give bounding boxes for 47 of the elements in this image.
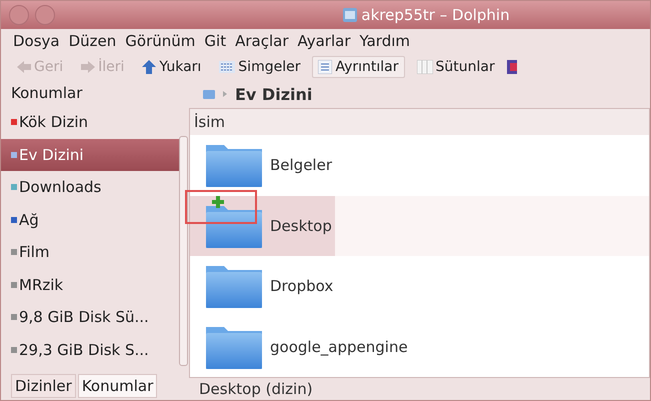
file-row[interactable]: Dropbox (190, 256, 649, 316)
menu-item[interactable]: Dosya (13, 32, 60, 50)
home-folder-icon (203, 90, 215, 98)
sidebar-item[interactable]: MRzik (1, 268, 179, 301)
file-name: Dropbox (270, 277, 334, 296)
breadcrumb[interactable]: Ev Dizini (235, 84, 312, 104)
arrow-up-icon (142, 60, 156, 74)
sidebar-item[interactable]: Ağ (1, 204, 179, 236)
sidebar-item[interactable]: 9,8 GiB Disk Sü... (1, 301, 179, 334)
sidebar-item[interactable]: Kök Dizin (1, 106, 179, 138)
file-name: google_appengine (270, 338, 408, 356)
menu-item[interactable]: Git (204, 32, 226, 50)
sidebar-item[interactable]: Downloads (1, 171, 179, 204)
file-row[interactable]: Belgeler (190, 135, 649, 196)
columns-icon (416, 60, 433, 74)
toolbar-button[interactable]: Simgeler (213, 56, 306, 78)
file-name: Belgeler (270, 156, 332, 174)
menu-item[interactable]: Yardım (360, 32, 410, 50)
arrow-right-icon (81, 60, 96, 72)
app-icon[interactable] (506, 60, 517, 74)
toolbar-button[interactable]: Ayrıntılar (312, 56, 405, 78)
sidebar-item[interactable]: Ev Dizini (1, 138, 179, 171)
app-icon (343, 8, 358, 22)
status-text: Desktop (dizin) (198, 379, 314, 400)
file-row[interactable]: Desktop (190, 196, 649, 256)
column-header[interactable]: İsim (190, 109, 649, 135)
file-name: Desktop (270, 216, 332, 235)
list-icon (318, 60, 332, 74)
panel-tab[interactable]: Dizinler (11, 374, 76, 398)
scrollbar[interactable] (179, 136, 188, 366)
arrow-left-icon (17, 60, 31, 72)
grid-icon (219, 60, 236, 72)
menu-item[interactable]: Görünüm (125, 32, 196, 50)
toolbar-button[interactable]: Yukarı (136, 56, 208, 78)
column-title: İsim (194, 113, 226, 131)
file-row[interactable]: google_appengine (190, 316, 649, 377)
panel-title: Konumlar (11, 84, 82, 102)
sidebar-item[interactable]: 29,3 GiB Disk S... (1, 334, 179, 366)
window-title: akrep55tr – Dolphin (361, 6, 510, 24)
toolbar-button[interactable]: Sütunlar (410, 56, 501, 78)
menu-item[interactable]: Düzen (68, 32, 116, 50)
sidebar-item[interactable]: Film (1, 236, 179, 268)
menu-item[interactable]: Araçlar (235, 32, 288, 50)
plus-icon (212, 196, 224, 208)
panel-tab[interactable]: Konumlar (78, 374, 158, 398)
menu-item[interactable]: Ayarlar (298, 32, 351, 50)
chevron-icon (223, 91, 227, 97)
